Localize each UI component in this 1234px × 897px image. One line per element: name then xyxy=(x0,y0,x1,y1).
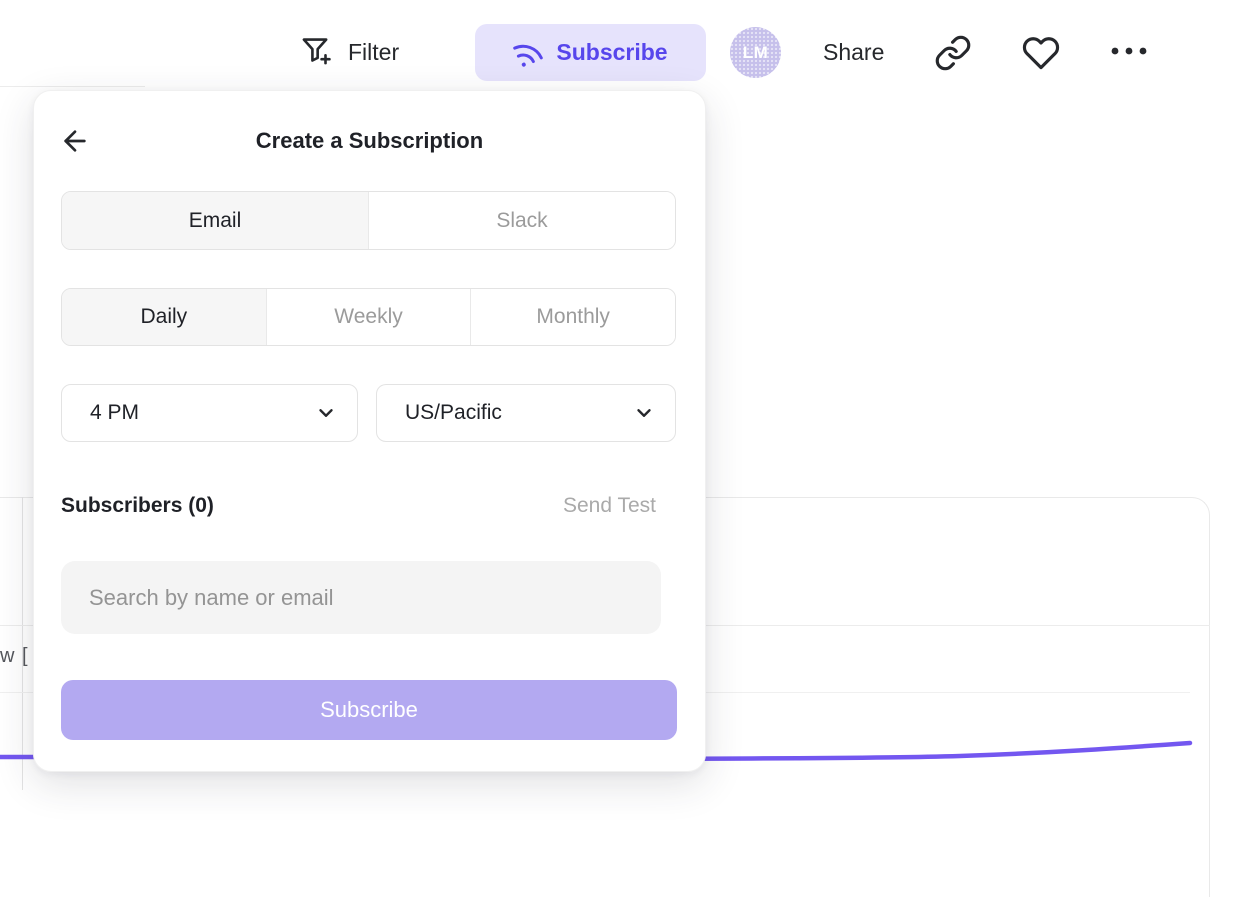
create-subscription-modal: Create a Subscription Email Slack Daily … xyxy=(33,90,706,772)
arrow-left-icon xyxy=(59,125,91,157)
subscribe-label: Subscribe xyxy=(556,39,667,66)
timezone-select[interactable]: US/Pacific xyxy=(376,384,676,442)
link-icon xyxy=(934,34,972,72)
rss-icon xyxy=(508,33,548,73)
subscribers-row: Subscribers (0) Send Test xyxy=(61,494,656,518)
time-select[interactable]: 4 PM xyxy=(61,384,358,442)
tab-daily[interactable]: Daily xyxy=(62,289,267,345)
subscribe-toolbar-button[interactable]: Subscribe xyxy=(475,24,706,81)
tab-weekly[interactable]: Weekly xyxy=(267,289,472,345)
timezone-select-value: US/Pacific xyxy=(405,401,502,425)
time-select-value: 4 PM xyxy=(90,401,139,425)
chevron-down-icon xyxy=(633,402,655,424)
back-button[interactable] xyxy=(59,125,93,157)
copy-link-button[interactable] xyxy=(934,34,972,72)
subscribe-submit-button[interactable]: Subscribe xyxy=(61,680,677,740)
subscribers-count-label: Subscribers (0) xyxy=(61,494,214,518)
ellipsis-icon xyxy=(1110,46,1148,56)
filter-label: Filter xyxy=(348,39,399,66)
share-button[interactable]: Share xyxy=(823,36,884,68)
modal-title: Create a Subscription xyxy=(256,128,483,154)
avatar[interactable]: LM xyxy=(730,27,781,78)
tab-monthly[interactable]: Monthly xyxy=(471,289,675,345)
share-label: Share xyxy=(823,39,884,66)
filter-icon xyxy=(300,35,334,69)
filter-button[interactable]: Filter xyxy=(300,30,399,74)
favorite-button[interactable] xyxy=(1022,34,1060,72)
channel-tabs: Email Slack xyxy=(61,191,676,250)
send-test-button[interactable]: Send Test xyxy=(563,494,656,518)
tab-email[interactable]: Email xyxy=(62,192,369,249)
occluded-text-fragment: w [ xyxy=(0,645,29,668)
more-options-button[interactable] xyxy=(1110,46,1148,56)
frequency-tabs: Daily Weekly Monthly xyxy=(61,288,676,346)
chevron-down-icon xyxy=(315,402,337,424)
heart-icon xyxy=(1022,34,1060,72)
modal-header: Create a Subscription xyxy=(34,124,705,158)
subscriber-search-input[interactable] xyxy=(61,561,661,634)
tab-slack[interactable]: Slack xyxy=(369,192,675,249)
